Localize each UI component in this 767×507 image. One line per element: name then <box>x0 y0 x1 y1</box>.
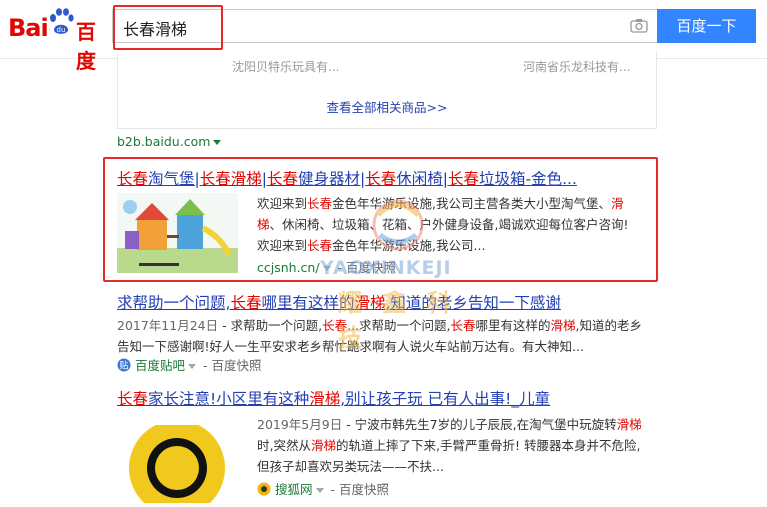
title-text: 哪里有这样的 <box>261 294 355 312</box>
result-3-source[interactable]: 搜狐网 <box>275 482 313 497</box>
snip-text: 、休闲椅、垃圾箱、花箱、户外健身设备,竭诚欢迎每位客户咨询! <box>269 217 629 232</box>
title-text: 求帮助一个问题, <box>117 294 231 312</box>
logo-bai-text: Bai <box>8 14 49 42</box>
sohu-icon <box>257 482 271 496</box>
result-1-snippet: 欢迎来到长春金色年华游乐设施,我公司主营各类大小型淘气堡、滑 梯、休闲椅、垃圾箱… <box>257 193 652 256</box>
snippet-line: 2019年5月9日 - 宁波市韩先生7岁的儿子辰辰,在淘气堡中玩旋转滑梯 <box>257 414 657 435</box>
svg-text:du: du <box>57 26 66 34</box>
result-3-thumbnail[interactable] <box>117 413 238 507</box>
result-2-title[interactable]: 求帮助一个问题,长春哪里有这样的滑梯,知道的老乡告知一下感谢 <box>117 291 561 313</box>
snip-text: 的轨道上摔了下来,手臂严重骨折! 转腰器本身并不危险, <box>336 438 641 453</box>
snip-hl: 长春 <box>307 238 333 253</box>
product-item-1[interactable]: 沈阳贝特乐玩具有... <box>232 58 339 75</box>
snippet-line: 但孩子却喜欢另类玩法——不扶... <box>257 459 444 474</box>
search-button[interactable]: 百度一下 <box>657 9 756 43</box>
snip-hl: 长春 <box>322 318 348 333</box>
snip-hl: 长春 <box>450 318 476 333</box>
snippet-line: 欢迎来到长春金色年华游乐设施,我公司主营各类大小型淘气堡、滑 <box>257 193 652 214</box>
snip-text: ...求帮助一个问题, <box>347 318 451 333</box>
result-1-thumbnail[interactable] <box>117 193 238 273</box>
result-3-snippet: 2019年5月9日 - 宁波市韩先生7岁的儿子辰辰,在淘气堡中玩旋转滑梯 时,突… <box>257 414 657 477</box>
title-hl: 滑梯 <box>309 390 341 408</box>
title-hl: 长春 <box>230 294 262 312</box>
title-hl: 长春 <box>117 170 149 188</box>
snip-text: 欢迎来到 <box>257 196 308 211</box>
snip-hl: 滑 <box>611 196 624 211</box>
paw-icon: du <box>50 8 74 34</box>
snippet-line: 梯、休闲椅、垃圾箱、花箱、户外健身设备,竭诚欢迎每位客户咨询! <box>257 214 652 235</box>
snippet-line: 告知一下感谢啊!好人一生平安求老乡帮忙跪求啊有人说火车站前万达有。有大神知... <box>117 339 584 354</box>
snippet-line: 时,突然从滑梯的轨道上摔了下来,手臂严重骨折! 转腰器本身并不危险, <box>257 435 657 456</box>
source-url[interactable]: b2b.baidu.com <box>117 134 224 149</box>
result-3-title[interactable]: 长春家长注意!小区里有这种滑梯,别让孩子玩 已有人出事!_儿童 <box>117 387 550 409</box>
title-text: ,知道的老乡告知一下感谢 <box>385 294 561 312</box>
snip-text: ,知道的老乡 <box>575 318 643 333</box>
snip-hl: 滑梯 <box>616 417 642 432</box>
title-hl: 长春 <box>117 390 149 408</box>
snip-text: 哪里有这样的 <box>475 318 551 333</box>
title-hl: 滑梯 <box>354 294 386 312</box>
baidu-logo[interactable]: Bai du 百度 <box>8 6 108 73</box>
snip-hl: 长春 <box>307 196 333 211</box>
slide-image <box>117 413 238 507</box>
snip-text: 金色年华游乐设施,我公司主营各类大小型淘气堡、 <box>332 196 612 211</box>
result-2-date: 2017年11月24日 <box>117 318 219 333</box>
result-1-meta: ccjsnh.cn/ - 百度快照 <box>257 260 397 275</box>
dropdown-arrow-icon[interactable] <box>315 488 324 493</box>
logo-baidu-chinese: 百度 <box>76 20 96 73</box>
title-hl: 滑梯 <box>230 170 262 188</box>
tieba-icon: 贴 <box>117 358 131 372</box>
product-item-2[interactable]: 河南省乐龙科技有... <box>523 58 630 75</box>
title-text: 垃圾箱-金色... <box>479 170 577 188</box>
result-2-cache-link[interactable]: 百度快照 <box>211 358 261 373</box>
result-2-meta: 贴 百度贴吧 - 百度快照 <box>117 355 261 374</box>
svg-text:贴: 贴 <box>119 360 128 372</box>
title-hl: 长春 <box>365 170 397 188</box>
source-url-text: b2b.baidu.com <box>117 134 211 149</box>
title-text: 家长注意!小区里有这种 <box>148 390 310 408</box>
annotation-box-search <box>113 5 223 50</box>
dropdown-arrow-icon[interactable] <box>213 140 222 145</box>
snip-text: 金色年华游乐设施,我公司... <box>332 238 486 253</box>
snippet-line: 欢迎来到长春金色年华游乐设施,我公司... <box>257 235 652 256</box>
title-text: ,别让孩子玩 已有人出事!_儿童 <box>340 390 551 408</box>
dropdown-arrow-icon[interactable] <box>322 266 331 271</box>
view-all-products-link[interactable]: 查看全部相关商品>> <box>118 97 656 116</box>
title-text: 健身器材| <box>298 170 366 188</box>
dropdown-arrow-icon[interactable] <box>188 364 196 369</box>
snippet-line: 2017年11月24日 - 求帮助一个问题,长春...求帮助一个问题,长春哪里有… <box>117 315 657 336</box>
playground-image <box>117 193 238 273</box>
result-3-cache-link[interactable]: 百度快照 <box>339 482 389 497</box>
snip-hl: 滑梯 <box>550 318 576 333</box>
title-hl: 长春 <box>267 170 299 188</box>
result-3-date: 2019年5月9日 <box>257 417 343 432</box>
result-2-snippet: 2017年11月24日 - 求帮助一个问题,长春...求帮助一个问题,长春哪里有… <box>117 315 657 357</box>
result-1-title[interactable]: 长春淘气堡|长春滑梯|长春健身器材|长春休闲椅|长春垃圾箱-金色... <box>117 167 577 189</box>
title-hl: 长春 <box>199 170 231 188</box>
result-1-domain[interactable]: ccjsnh.cn/ <box>257 260 320 275</box>
result-3-meta: 搜狐网 - 百度快照 <box>257 479 389 498</box>
snip-text: 时,突然从 <box>257 438 311 453</box>
title-text: 淘气堡| <box>148 170 200 188</box>
product-panel: 沈阳贝特乐玩具有... 河南省乐龙科技有... 查看全部相关商品>> <box>117 52 657 129</box>
result-2-source[interactable]: 百度贴吧 <box>135 358 185 373</box>
snip-hl: 梯 <box>257 217 270 232</box>
snip-text: - 宁波市韩先生7岁的儿子辰辰,在淘气堡中玩旋转 <box>342 417 617 432</box>
snip-text: - 求帮助一个问题, <box>218 318 323 333</box>
camera-icon[interactable] <box>630 18 648 33</box>
snip-hl: 滑梯 <box>310 438 336 453</box>
title-text: 休闲椅| <box>396 170 449 188</box>
snip-text: 欢迎来到 <box>257 238 308 253</box>
title-hl: 长春 <box>448 170 480 188</box>
result-1-cache-link[interactable]: 百度快照 <box>346 260 396 275</box>
